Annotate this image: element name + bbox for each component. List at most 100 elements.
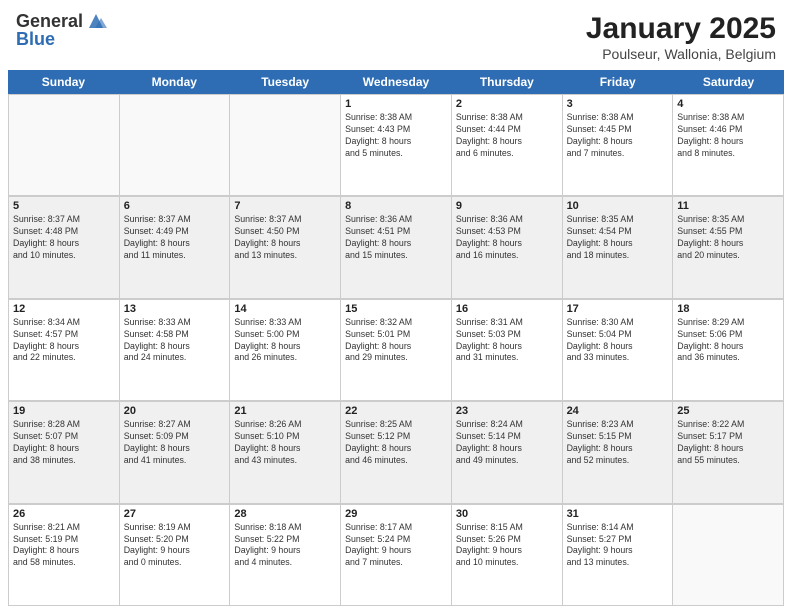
calendar-cell: 28 Sunrise: 8:18 AM Sunset: 5:22 PM Dayli… (230, 505, 341, 606)
day-number: 4 (677, 98, 779, 110)
day-info: Sunrise: 8:18 AM Sunset: 5:22 PM Dayligh… (234, 522, 336, 570)
calendar-week-row: 12Sunrise: 8:34 AM Sunset: 4:57 PM Dayli… (8, 299, 784, 401)
day-number: 1 (345, 98, 447, 110)
calendar-cell: 5 Sunrise: 8:37 AM Sunset: 4:48 PM Daylig… (9, 197, 120, 298)
day-info: Sunrise: 8:38 AM Sunset: 4:45 PM Dayligh… (567, 112, 669, 160)
calendar-week-row: 19 Sunrise: 8:28 AM Sunset: 5:07 PM Dayli… (8, 401, 784, 503)
calendar-cell: 13 Sunrise: 8:33 AM Sunset: 4:58 PM Dayli… (120, 300, 231, 401)
day-number: 8 (345, 200, 447, 212)
day-info: Sunrise: 8:23 AM Sunset: 5:15 PM Dayligh… (567, 419, 669, 467)
calendar-cell (673, 505, 784, 606)
day-info: Sunrise: 8:30 AM Sunset: 5:04 PM Dayligh… (567, 317, 669, 365)
day-info: Sunrise: 8:15 AM Sunset: 5:26 PM Dayligh… (456, 522, 558, 570)
calendar-cell: 6Sunrise: 8:37 AM Sunset: 4:49 PM Daylig… (120, 197, 231, 298)
calendar-cell (230, 95, 341, 196)
day-info: Sunrise: 8:26 AM Sunset: 5:10 PM Dayligh… (234, 419, 336, 467)
logo-blue: Blue (16, 30, 107, 50)
calendar-cell: 7 Sunrise: 8:37 AM Sunset: 4:50 PM Daylig… (230, 197, 341, 298)
logo-icon (85, 10, 107, 32)
day-info: Sunrise: 8:17 AM Sunset: 5:24 PM Dayligh… (345, 522, 447, 570)
day-info: Sunrise: 8:29 AM Sunset: 5:06 PM Dayligh… (677, 317, 779, 365)
calendar-cell: 18 Sunrise: 8:29 AM Sunset: 5:06 PM Dayli… (673, 300, 784, 401)
calendar-cell: 24 Sunrise: 8:23 AM Sunset: 5:15 PM Dayli… (563, 402, 674, 503)
calendar-cell: 19 Sunrise: 8:28 AM Sunset: 5:07 PM Dayli… (9, 402, 120, 503)
calendar-header-cell: Monday (119, 70, 230, 94)
calendar-cell: 22 Sunrise: 8:25 AM Sunset: 5:12 PM Dayli… (341, 402, 452, 503)
day-info: Sunrise: 8:32 AM Sunset: 5:01 PM Dayligh… (345, 317, 447, 365)
calendar-cell: 9 Sunrise: 8:36 AM Sunset: 4:53 PM Daylig… (452, 197, 563, 298)
day-info: Sunrise: 8:31 AM Sunset: 5:03 PM Dayligh… (456, 317, 558, 365)
day-number: 16 (456, 303, 558, 315)
calendar-cell: 14Sunrise: 8:33 AM Sunset: 5:00 PM Dayli… (230, 300, 341, 401)
calendar-header-cell: Friday (562, 70, 673, 94)
header: General Blue January 2025 Poulseur, Wall… (0, 0, 792, 70)
day-number: 7 (234, 200, 336, 212)
calendar-cell: 15 Sunrise: 8:32 AM Sunset: 5:01 PM Dayli… (341, 300, 452, 401)
calendar-cell: 4 Sunrise: 8:38 AM Sunset: 4:46 PM Daylig… (673, 95, 784, 196)
calendar-cell: 27Sunrise: 8:19 AM Sunset: 5:20 PM Dayli… (120, 505, 231, 606)
day-number: 13 (124, 303, 226, 315)
calendar-cell (9, 95, 120, 196)
day-info: Sunrise: 8:33 AM Sunset: 4:58 PM Dayligh… (124, 317, 226, 365)
day-info: Sunrise: 8:21 AM Sunset: 5:19 PM Dayligh… (13, 522, 115, 570)
calendar-cell: 31Sunrise: 8:14 AM Sunset: 5:27 PM Dayli… (563, 505, 674, 606)
calendar-cell: 2Sunrise: 8:38 AM Sunset: 4:44 PM Daylig… (452, 95, 563, 196)
day-info: Sunrise: 8:38 AM Sunset: 4:46 PM Dayligh… (677, 112, 779, 160)
day-number: 12 (13, 303, 115, 315)
page: General Blue January 2025 Poulseur, Wall… (0, 0, 792, 612)
day-number: 9 (456, 200, 558, 212)
day-info: Sunrise: 8:38 AM Sunset: 4:43 PM Dayligh… (345, 112, 447, 160)
day-number: 15 (345, 303, 447, 315)
calendar-cell: 26 Sunrise: 8:21 AM Sunset: 5:19 PM Dayli… (9, 505, 120, 606)
day-info: Sunrise: 8:37 AM Sunset: 4:49 PM Dayligh… (124, 214, 226, 262)
logo-text: General Blue (16, 12, 107, 50)
day-info: Sunrise: 8:35 AM Sunset: 4:55 PM Dayligh… (677, 214, 779, 262)
day-number: 25 (677, 405, 779, 417)
calendar-header-cell: Thursday (451, 70, 562, 94)
calendar-header-cell: Wednesday (341, 70, 452, 94)
calendar-cell: 1 Sunrise: 8:38 AM Sunset: 4:43 PM Daylig… (341, 95, 452, 196)
day-number: 26 (13, 508, 115, 520)
day-info: Sunrise: 8:25 AM Sunset: 5:12 PM Dayligh… (345, 419, 447, 467)
day-number: 30 (456, 508, 558, 520)
calendar-cell: 11 Sunrise: 8:35 AM Sunset: 4:55 PM Dayli… (673, 197, 784, 298)
calendar-cell: 25 Sunrise: 8:22 AM Sunset: 5:17 PM Dayli… (673, 402, 784, 503)
day-number: 10 (567, 200, 669, 212)
calendar: SundayMondayTuesdayWednesdayThursdayFrid… (8, 70, 784, 606)
calendar-body: 1 Sunrise: 8:38 AM Sunset: 4:43 PM Daylig… (8, 94, 784, 606)
day-info: Sunrise: 8:33 AM Sunset: 5:00 PM Dayligh… (234, 317, 336, 365)
title-section: January 2025 Poulseur, Wallonia, Belgium (586, 12, 776, 62)
day-number: 22 (345, 405, 447, 417)
calendar-cell: 16 Sunrise: 8:31 AM Sunset: 5:03 PM Dayli… (452, 300, 563, 401)
day-number: 20 (124, 405, 226, 417)
day-number: 11 (677, 200, 779, 212)
calendar-cell: 30 Sunrise: 8:15 AM Sunset: 5:26 PM Dayli… (452, 505, 563, 606)
calendar-header-cell: Saturday (673, 70, 784, 94)
calendar-cell (120, 95, 231, 196)
day-info: Sunrise: 8:36 AM Sunset: 4:53 PM Dayligh… (456, 214, 558, 262)
day-info: Sunrise: 8:14 AM Sunset: 5:27 PM Dayligh… (567, 522, 669, 570)
day-number: 5 (13, 200, 115, 212)
day-info: Sunrise: 8:27 AM Sunset: 5:09 PM Dayligh… (124, 419, 226, 467)
day-info: Sunrise: 8:36 AM Sunset: 4:51 PM Dayligh… (345, 214, 447, 262)
calendar-cell: 23 Sunrise: 8:24 AM Sunset: 5:14 PM Dayli… (452, 402, 563, 503)
day-info: Sunrise: 8:24 AM Sunset: 5:14 PM Dayligh… (456, 419, 558, 467)
day-number: 23 (456, 405, 558, 417)
calendar-cell: 10Sunrise: 8:35 AM Sunset: 4:54 PM Dayli… (563, 197, 674, 298)
calendar-header: SundayMondayTuesdayWednesdayThursdayFrid… (8, 70, 784, 94)
day-info: Sunrise: 8:19 AM Sunset: 5:20 PM Dayligh… (124, 522, 226, 570)
day-info: Sunrise: 8:28 AM Sunset: 5:07 PM Dayligh… (13, 419, 115, 467)
day-number: 24 (567, 405, 669, 417)
day-number: 18 (677, 303, 779, 315)
day-info: Sunrise: 8:37 AM Sunset: 4:48 PM Dayligh… (13, 214, 115, 262)
location: Poulseur, Wallonia, Belgium (586, 46, 776, 62)
month-title: January 2025 (586, 12, 776, 46)
day-info: Sunrise: 8:22 AM Sunset: 5:17 PM Dayligh… (677, 419, 779, 467)
calendar-header-cell: Tuesday (230, 70, 341, 94)
day-info: Sunrise: 8:37 AM Sunset: 4:50 PM Dayligh… (234, 214, 336, 262)
calendar-cell: 17Sunrise: 8:30 AM Sunset: 5:04 PM Dayli… (563, 300, 674, 401)
day-number: 28 (234, 508, 336, 520)
calendar-cell: 29Sunrise: 8:17 AM Sunset: 5:24 PM Dayli… (341, 505, 452, 606)
logo: General Blue (16, 12, 107, 50)
day-number: 19 (13, 405, 115, 417)
